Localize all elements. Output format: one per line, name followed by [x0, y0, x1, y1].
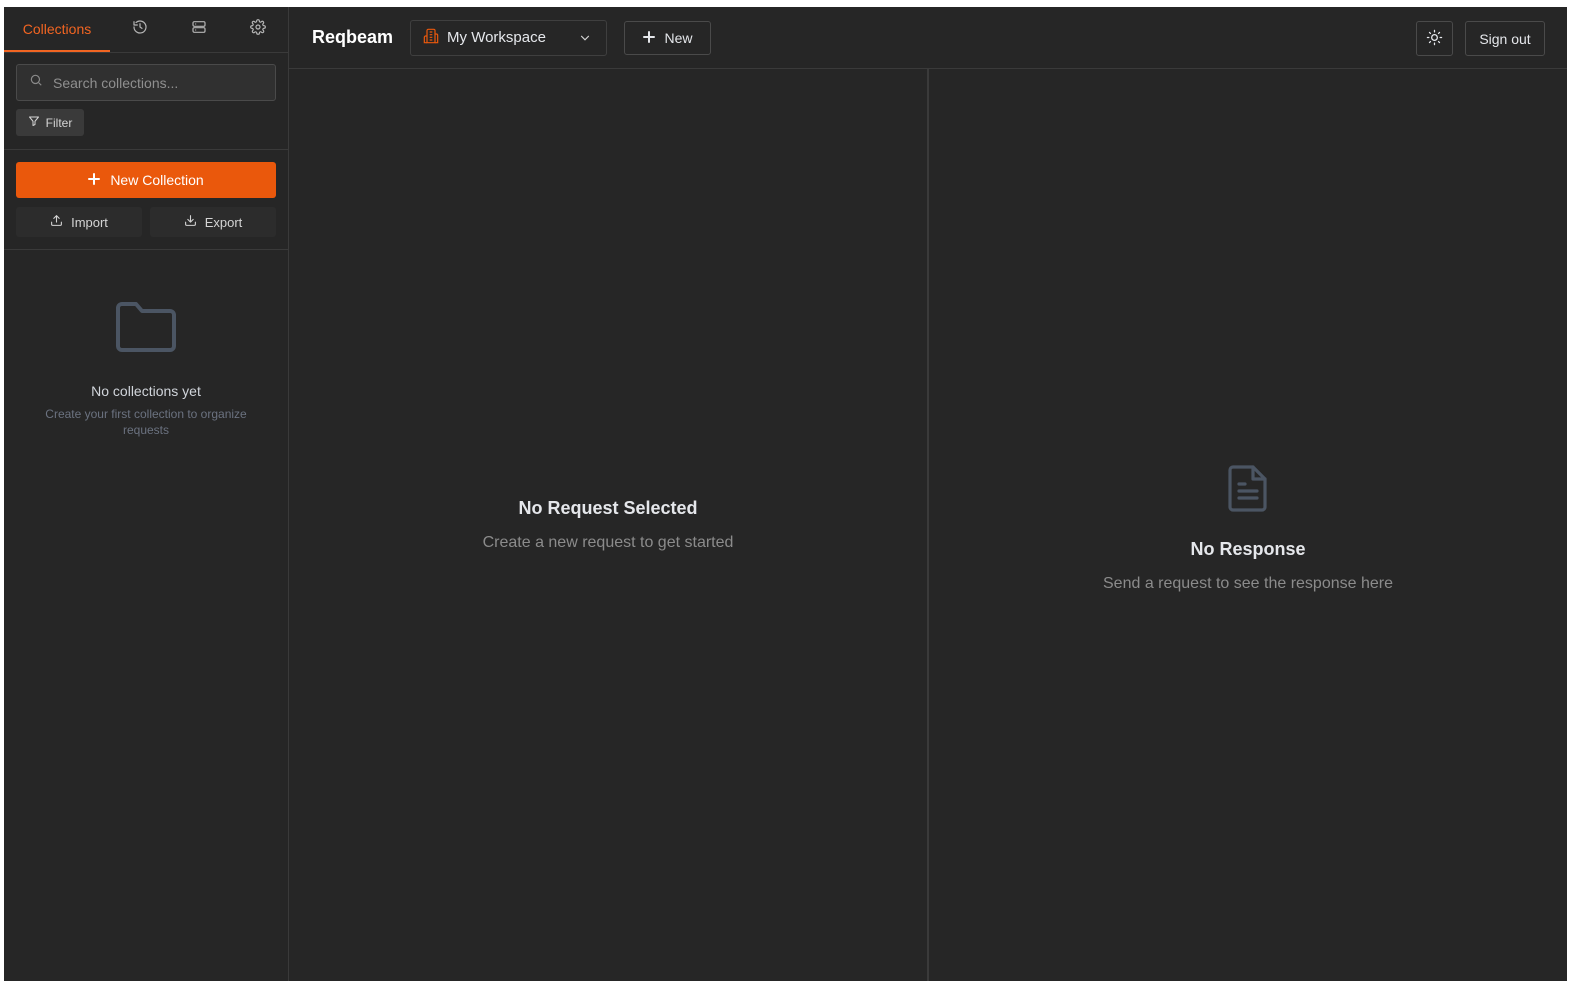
- import-button[interactable]: Import: [16, 207, 142, 237]
- workspace-selector[interactable]: My Workspace: [410, 19, 608, 56]
- request-pane-subtitle: Create a new request to get started: [482, 534, 734, 551]
- environments-icon: [191, 19, 207, 40]
- theme-toggle-button[interactable]: [1416, 21, 1453, 56]
- header-right: Sign out: [1416, 21, 1545, 56]
- response-pane: No Response Send a request to see the re…: [929, 69, 1567, 981]
- tab-collections-label: Collections: [22, 20, 92, 37]
- workspace-label: My Workspace: [447, 29, 546, 46]
- new-button[interactable]: New: [624, 20, 712, 55]
- import-label: Import: [71, 214, 108, 230]
- sun-icon: [1426, 29, 1443, 49]
- browser-top-strip: [0, 0, 1584, 7]
- search-input[interactable]: [53, 74, 253, 91]
- panes: No Request Selected Create a new request…: [289, 69, 1567, 981]
- chevron-down-icon: [578, 31, 592, 49]
- tab-collections[interactable]: Collections: [4, 7, 110, 52]
- app-title: Reqbeam: [312, 27, 394, 47]
- export-label: Export: [204, 214, 243, 230]
- download-icon: [184, 214, 197, 230]
- settings-icon: [249, 19, 266, 40]
- search-icon: [29, 73, 43, 92]
- tab-environments[interactable]: [169, 7, 228, 52]
- new-label: New: [664, 29, 693, 46]
- filter-label: Filter: [45, 115, 73, 130]
- main-area: Reqbeam My Workspace New Sign out No Req…: [289, 7, 1567, 981]
- filter-icon: [28, 115, 40, 130]
- tab-settings[interactable]: [228, 7, 287, 52]
- new-collection-label: New Collection: [110, 172, 204, 188]
- history-icon: [132, 19, 148, 40]
- empty-collections: No collections yet Create your first col…: [4, 250, 288, 438]
- search-wrap: [4, 53, 288, 101]
- sidebar-tabs: Collections: [4, 7, 288, 53]
- sidebar: Collections Search collections... Filter…: [4, 7, 289, 981]
- filter-button[interactable]: Filter: [16, 109, 84, 136]
- app-window: Collections Search collections... Filter…: [4, 7, 1567, 981]
- upload-icon: [50, 214, 63, 230]
- sign-out-button[interactable]: Sign out: [1465, 21, 1545, 56]
- sidebar-actions: New Collection Import Export: [4, 150, 288, 237]
- response-pane-subtitle: Send a request to see the response here: [1103, 575, 1393, 592]
- request-pane: No Request Selected Create a new request…: [289, 69, 929, 981]
- header: Reqbeam My Workspace New Sign out: [289, 7, 1567, 69]
- response-pane-title: No Response: [1190, 539, 1306, 559]
- empty-collections-subtitle: Create your first collection to organize…: [45, 407, 247, 437]
- tab-history[interactable]: [110, 7, 169, 52]
- plus-icon: [642, 30, 655, 46]
- search-box: [16, 64, 276, 101]
- import-export-row: Import Export: [16, 207, 276, 237]
- folder-icon: [4, 300, 288, 359]
- empty-collections-title: No collections yet: [91, 383, 201, 399]
- document-icon: [1227, 464, 1269, 517]
- export-button[interactable]: Export: [150, 207, 276, 237]
- building-icon: [423, 28, 439, 48]
- new-collection-button[interactable]: New Collection: [16, 162, 276, 198]
- request-pane-title: No Request Selected: [518, 498, 698, 518]
- plus-icon: [88, 172, 101, 188]
